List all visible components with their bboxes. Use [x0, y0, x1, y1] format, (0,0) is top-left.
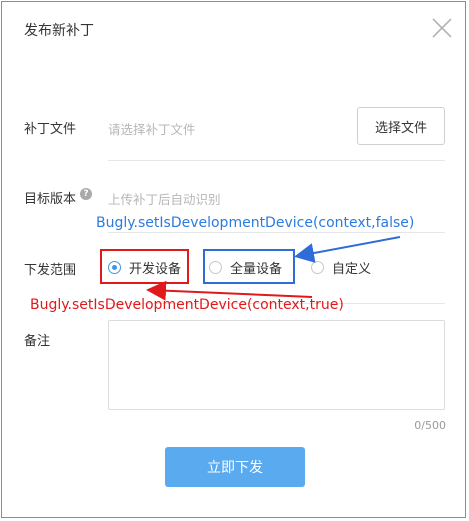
scope-label: 下发范围: [24, 263, 77, 278]
annotation-blue-box: [203, 249, 295, 284]
radio-unchecked-icon: [311, 261, 324, 274]
remark-textarea[interactable]: [108, 320, 445, 410]
submit-button[interactable]: 立即下发: [165, 447, 305, 487]
patch-file-label: 补丁文件: [24, 122, 77, 137]
choose-file-button[interactable]: 选择文件: [357, 107, 445, 145]
submit-button-label: 立即下发: [207, 460, 263, 476]
char-count: 0/500: [414, 419, 446, 432]
target-version-label: 目标版本: [24, 192, 77, 207]
patch-file-placeholder[interactable]: 请选择补丁文件: [108, 119, 196, 138]
divider: [108, 232, 445, 233]
radio-custom[interactable]: 自定义: [311, 258, 371, 277]
choose-file-button-label: 选择文件: [374, 120, 427, 136]
annotation-red-text: Bugly.setIsDevelopmentDevice(context,tru…: [30, 297, 344, 313]
close-icon[interactable]: [430, 16, 454, 40]
annotation-red-box: [100, 249, 189, 284]
remark-label: 备注: [24, 334, 51, 349]
dialog-title: 发布新补丁: [24, 23, 94, 39]
help-icon[interactable]: ?: [80, 188, 92, 200]
annotation-blue-text: Bugly.setIsDevelopmentDevice(context,fal…: [96, 215, 415, 231]
radio-custom-label: 自定义: [332, 262, 372, 277]
divider: [108, 160, 445, 161]
target-version-placeholder: 上传补丁后自动识别: [108, 192, 221, 207]
